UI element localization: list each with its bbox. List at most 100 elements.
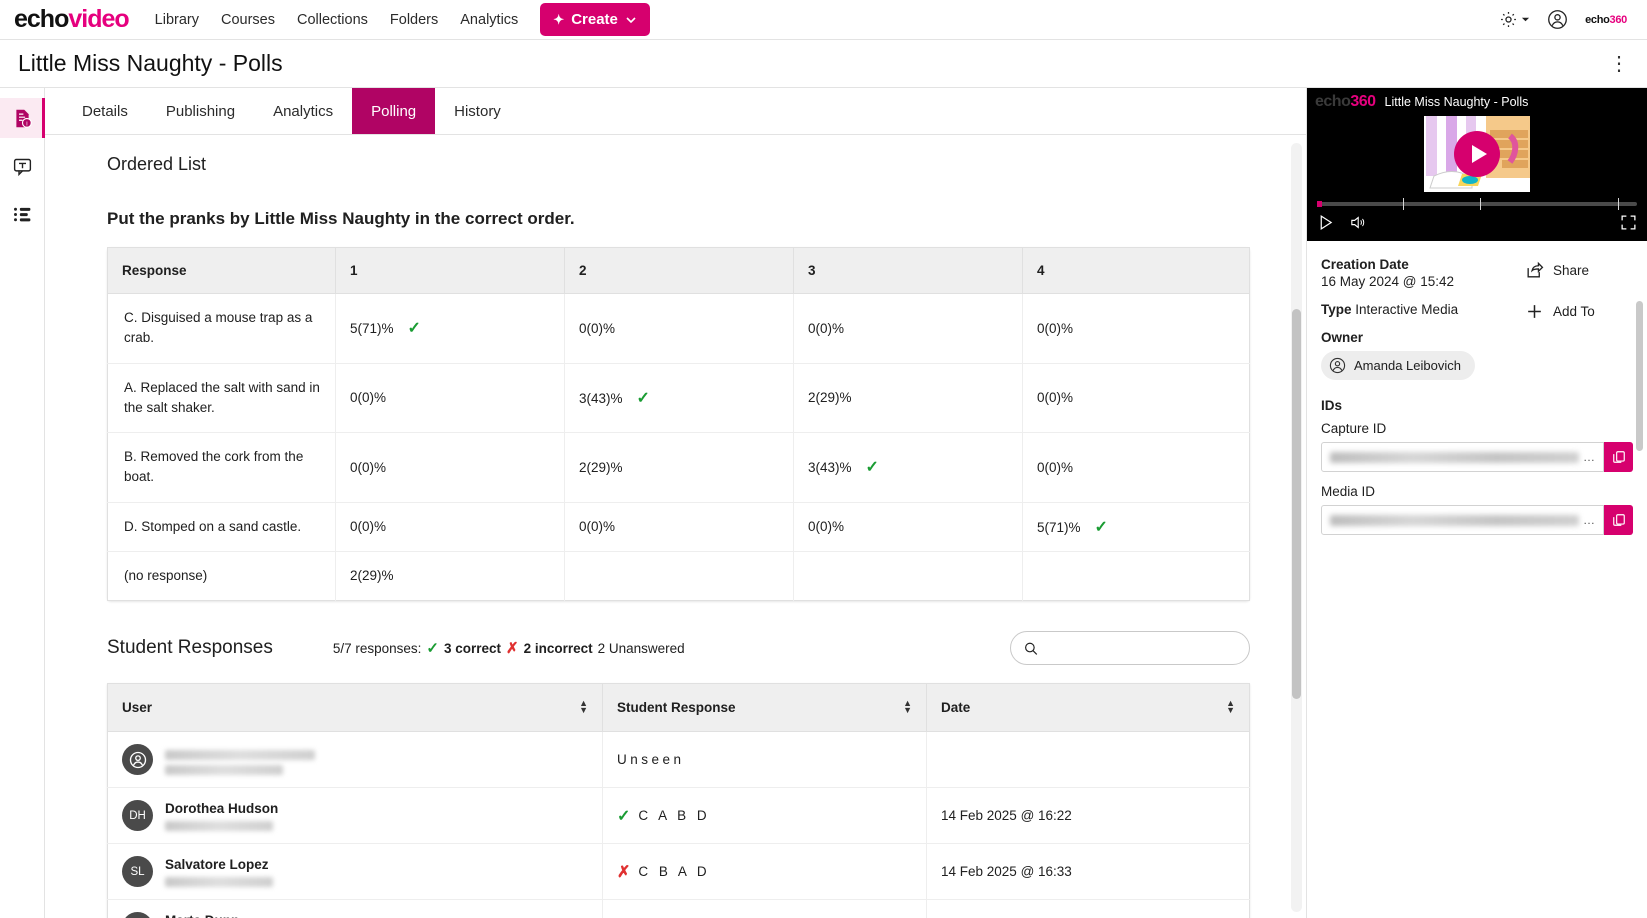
polling-scroll-area: Ordered List Put the pranks by Little Mi… — [45, 135, 1306, 918]
students-col-response-label: Student Response — [617, 700, 736, 715]
metadata-actions: Share Add To — [1525, 257, 1633, 380]
nav-item-courses[interactable]: Courses — [221, 12, 275, 28]
echovideo-logo[interactable]: echovideo — [14, 5, 130, 34]
svg-text:i: i — [26, 120, 27, 127]
poll-table-row: C. Disguised a mouse trap as a crab. 5(71… — [107, 293, 1250, 364]
video-viewport[interactable] — [1307, 116, 1647, 192]
poll-table-body: C. Disguised a mouse trap as a crab. 5(71… — [107, 293, 1250, 601]
primary-nav-links: Library Courses Collections Folders Anal… — [155, 12, 519, 28]
students-col-user: User ▲ ▼ — [107, 683, 603, 732]
scrollbar-thumb[interactable] — [1292, 309, 1301, 699]
avatar: SL — [122, 856, 153, 887]
response-value: C A B D — [638, 808, 711, 823]
tab-analytics[interactable]: Analytics — [254, 88, 352, 134]
user-avatar-icon — [1548, 10, 1567, 29]
volume-icon[interactable] — [1348, 214, 1367, 231]
more-options-button[interactable]: ⋮ — [1609, 54, 1629, 74]
top-right-controls: echo360 — [1499, 9, 1633, 30]
user-name: Marta Dunn — [165, 913, 273, 918]
user-avatar-icon — [1329, 357, 1346, 374]
chevron-down-icon — [1521, 17, 1530, 22]
sort-date-button[interactable]: ▲ ▼ — [1226, 699, 1235, 715]
media-id-value-redacted — [1330, 514, 1579, 526]
table-row[interactable]: SL Salvatore Lopez ✗ C B A D 14 Feb 2025 @ 1… — [107, 843, 1250, 900]
content-tabs: Details Publishing Analytics Polling His… — [45, 88, 1306, 135]
table-row[interactable]: Unseen — [107, 731, 1250, 788]
response-date-cell: 14 Feb 2025 @ 16:33 — [926, 843, 1250, 900]
owner-chip[interactable]: Amanda Leibovich — [1321, 351, 1475, 380]
create-button[interactable]: ✦ Create — [540, 3, 650, 36]
tab-publishing[interactable]: Publishing — [147, 88, 254, 134]
poll-table-row: (no response) 2(29)% — [107, 551, 1250, 601]
search-input[interactable] — [1038, 640, 1237, 656]
panel-scrollbar[interactable] — [1636, 251, 1645, 908]
text-bubble-icon — [13, 158, 31, 176]
poll-col-1: 1 — [335, 247, 565, 294]
rail-item-transcript[interactable] — [0, 146, 44, 186]
students-col-date: Date ▲ ▼ — [926, 683, 1250, 732]
user-name-redacted — [165, 749, 315, 760]
settings-menu-button[interactable] — [1499, 10, 1530, 29]
poll-results-table: Response 1 2 3 4 C. Disguised a mouse tr… — [107, 247, 1250, 601]
response-value: C B A D — [638, 864, 711, 879]
content-scrollbar[interactable] — [1291, 143, 1302, 912]
fullscreen-icon[interactable] — [1620, 214, 1637, 231]
student-search-box[interactable] — [1010, 631, 1250, 665]
owner-label: Owner — [1321, 330, 1364, 345]
check-icon: ✓ — [407, 320, 421, 338]
panel-scrollbar-thumb[interactable] — [1636, 301, 1643, 451]
nav-item-analytics[interactable]: Analytics — [460, 12, 518, 28]
user-cell: SL Salvatore Lopez — [107, 843, 603, 900]
media-metadata: Creation Date 16 May 2024 @ 15:42 Type I… — [1307, 241, 1647, 918]
table-row[interactable]: MD Marta Dunn ✓C A B D14 Feb 2025 @ 16:02 — [107, 899, 1250, 918]
poll-table-row: A. Replaced the salt with sand in the sa… — [107, 363, 1250, 433]
tab-details[interactable]: Details — [63, 88, 147, 134]
sort-response-button[interactable]: ▲ ▼ — [903, 699, 912, 715]
poll-result-cell: 0(0)% — [793, 502, 1023, 552]
progress-track[interactable] — [1317, 198, 1637, 210]
tab-history[interactable]: History — [435, 88, 520, 134]
nav-item-folders[interactable]: Folders — [390, 12, 438, 28]
page-title-bar: Little Miss Naughty - Polls ⋮ — [0, 40, 1647, 88]
avatar: MD — [122, 912, 153, 918]
copy-capture-id-button[interactable] — [1604, 442, 1633, 472]
main-body: i Details Publishing Analytics Polling H… — [0, 88, 1647, 918]
play-triangle-icon — [1471, 145, 1487, 163]
add-to-button[interactable]: Add To — [1525, 302, 1633, 321]
play-button[interactable] — [1454, 131, 1500, 177]
nav-item-collections[interactable]: Collections — [297, 12, 368, 28]
media-id-field[interactable]: … — [1321, 505, 1604, 535]
capture-id-field[interactable]: … — [1321, 442, 1604, 472]
poll-col-3: 3 — [793, 247, 1023, 294]
table-row[interactable]: DH Dorothea Hudson ✓ C A B D 14 Feb 2025 @ 1… — [107, 787, 1250, 844]
rail-item-polling-list[interactable] — [0, 194, 44, 234]
timeline-marker — [1480, 198, 1482, 210]
player-timeline[interactable] — [1307, 192, 1647, 210]
timeline-marker — [1403, 198, 1405, 210]
poll-table-header-row: Response 1 2 3 4 — [107, 247, 1250, 294]
poll-result-cell — [793, 551, 1023, 601]
students-col-date-label: Date — [941, 700, 971, 715]
media-id-label: Media ID — [1321, 484, 1376, 499]
check-icon: ✓ — [1094, 518, 1108, 536]
playhead[interactable] — [1317, 201, 1322, 207]
poll-result-cell — [1023, 551, 1250, 600]
sort-user-button[interactable]: ▲ ▼ — [579, 699, 588, 715]
copy-icon — [1612, 514, 1625, 526]
list-icon — [13, 207, 30, 221]
play-icon[interactable] — [1317, 214, 1334, 231]
user-name: Salvatore Lopez — [165, 856, 269, 872]
copy-media-id-button[interactable] — [1604, 505, 1633, 535]
owner-name: Amanda Leibovich — [1354, 358, 1461, 373]
video-player[interactable]: echo360 Little Miss Naughty - Polls — [1307, 88, 1647, 241]
share-button[interactable]: Share — [1525, 261, 1633, 280]
check-icon: ✓ — [636, 389, 650, 407]
user-account-button[interactable] — [1547, 9, 1568, 30]
creation-date-value: 16 May 2024 @ 15:42 — [1321, 274, 1455, 289]
student-response-cell: ✓C A B D — [602, 899, 927, 918]
response-value: Unseen — [617, 752, 685, 767]
share-icon — [1527, 261, 1544, 278]
rail-item-details[interactable]: i — [0, 98, 45, 138]
nav-item-library[interactable]: Library — [155, 12, 199, 28]
tab-polling[interactable]: Polling — [352, 88, 436, 134]
